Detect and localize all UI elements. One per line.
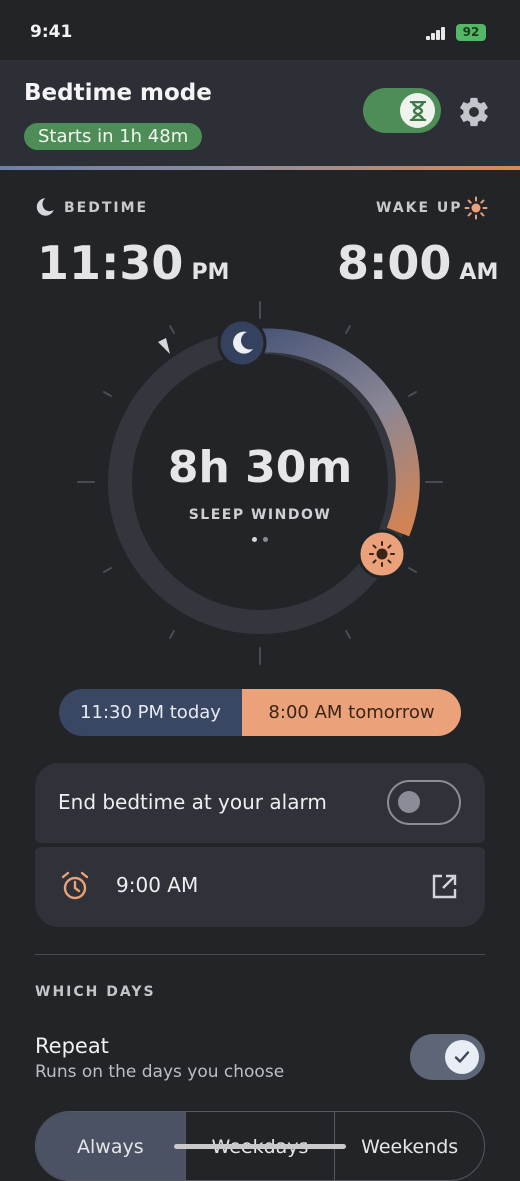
status-time: 9:41 bbox=[30, 22, 73, 42]
which-days-heading: WHICH DAYS bbox=[35, 984, 156, 1000]
starts-in-badge: Starts in 1h 48m bbox=[24, 123, 203, 150]
bedtime-time: 11:30 bbox=[37, 236, 184, 290]
bedtime-ampm: PM bbox=[191, 260, 230, 285]
bedtime-label: BEDTIME bbox=[64, 200, 149, 216]
segment-always[interactable]: Always bbox=[36, 1112, 185, 1180]
bedtime-handle[interactable] bbox=[217, 318, 267, 368]
alarm-row[interactable] bbox=[35, 847, 485, 927]
wakeup-ampm: AM bbox=[459, 260, 499, 285]
wakeup-time: 8:00 bbox=[337, 236, 452, 290]
segment-weekends[interactable]: Weekends bbox=[334, 1112, 484, 1180]
time-range: 11:30 PM today 8:00 AM tomorrow bbox=[59, 689, 461, 736]
end-at-alarm-label: End bedtime at your alarm bbox=[58, 790, 327, 814]
repeat-toggle[interactable] bbox=[410, 1034, 485, 1080]
page-title: Bedtime mode bbox=[24, 80, 212, 106]
home-indicator bbox=[174, 1144, 346, 1149]
repeat-subtitle: Runs on the days you choose bbox=[35, 1062, 285, 1082]
battery-icon: 92 bbox=[456, 24, 486, 41]
wakeup-value[interactable]: 8:00 AM bbox=[337, 236, 498, 290]
range-start: 11:30 PM today bbox=[59, 689, 242, 736]
alarm-clock-icon bbox=[61, 871, 89, 900]
signal-icon bbox=[426, 26, 450, 40]
wakeup-label: WAKE UP bbox=[376, 200, 463, 216]
repeat-title: Repeat bbox=[35, 1034, 109, 1058]
battery-level: 92 bbox=[462, 25, 480, 39]
sleep-window-caption: SLEEP WINDOW bbox=[188, 507, 332, 523]
page-dots bbox=[110, 537, 410, 542]
sleep-duration: 8h 30m bbox=[167, 442, 353, 493]
open-external-icon[interactable] bbox=[430, 873, 458, 901]
header-bar bbox=[0, 60, 520, 168]
range-end: 8:00 AM tomorrow bbox=[242, 689, 461, 736]
sun-icon bbox=[464, 196, 488, 220]
bedtime-value[interactable]: 11:30 PM bbox=[37, 236, 229, 290]
gear-icon[interactable] bbox=[457, 95, 491, 129]
section-divider bbox=[35, 954, 485, 955]
hourglass-icon bbox=[400, 93, 435, 128]
alarm-time: 9:00 AM bbox=[116, 873, 199, 897]
dial-center: 8h 30m SLEEP WINDOW bbox=[110, 442, 410, 542]
header-divider bbox=[0, 166, 520, 170]
bedtime-mode-toggle[interactable] bbox=[363, 88, 441, 133]
moon-icon bbox=[36, 198, 54, 216]
end-at-alarm-toggle[interactable] bbox=[387, 780, 461, 825]
check-icon bbox=[445, 1040, 479, 1074]
